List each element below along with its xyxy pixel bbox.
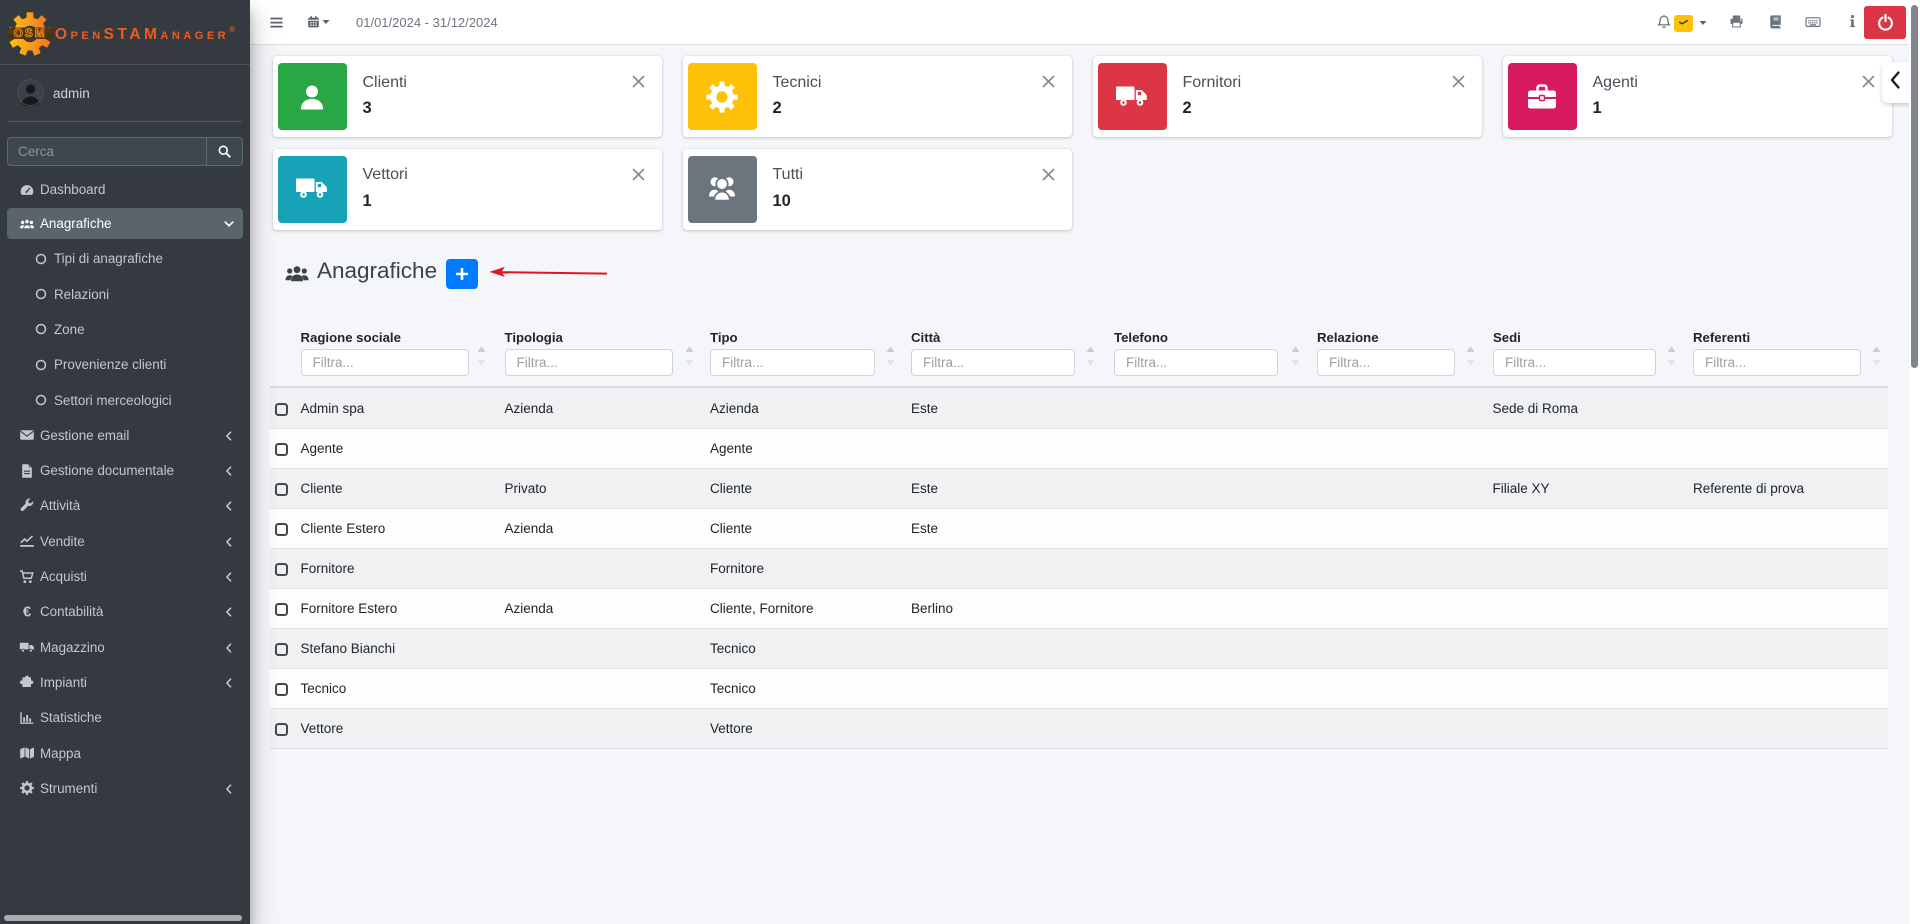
svg-text:OSM: OSM xyxy=(14,26,47,40)
svg-text:€: € xyxy=(23,604,32,620)
